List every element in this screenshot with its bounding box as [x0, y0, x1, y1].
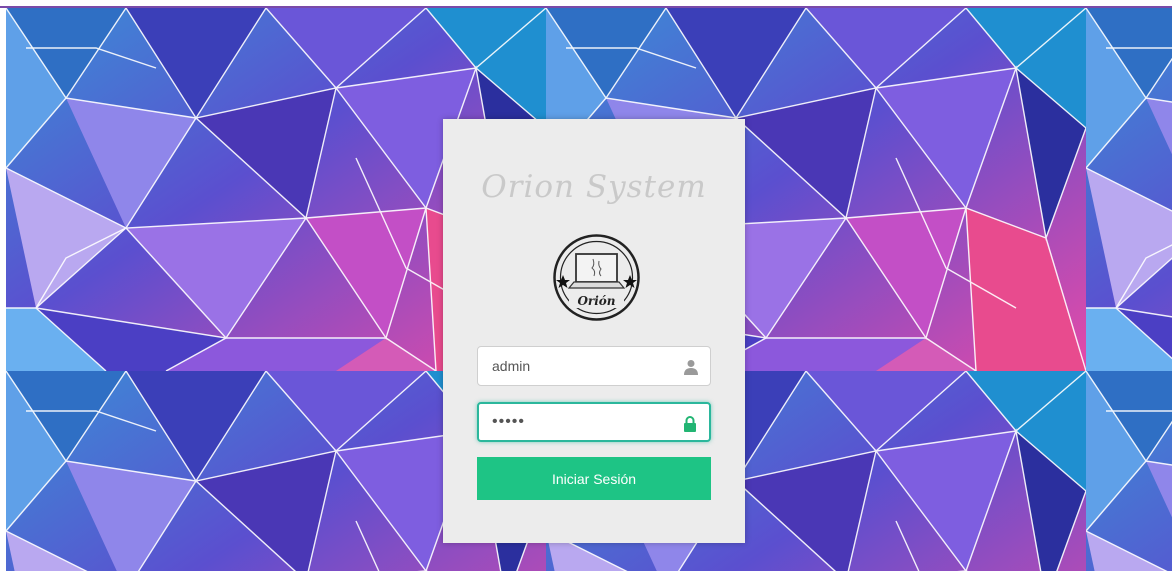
password-input[interactable] [479, 404, 709, 440]
lock-icon [684, 416, 696, 432]
login-button[interactable]: Iniciar Sesión [477, 457, 711, 500]
login-card: Orion System Orión Iniciar Sesión [443, 119, 745, 543]
username-field[interactable] [477, 346, 711, 386]
username-input[interactable] [478, 347, 710, 385]
brand-title: Orion System [481, 169, 707, 205]
user-icon [684, 360, 698, 375]
password-field[interactable] [477, 402, 711, 442]
orion-logo-icon: Orión [549, 230, 644, 325]
logo-text: Orión [577, 294, 615, 308]
